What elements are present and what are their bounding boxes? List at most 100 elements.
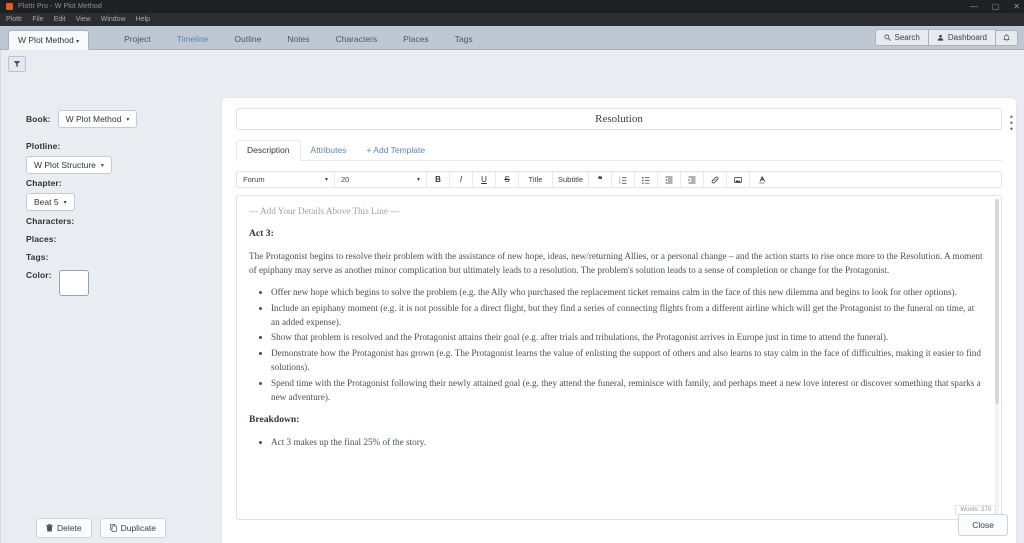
italic-button[interactable]: I bbox=[450, 172, 473, 187]
delete-button[interactable]: Delete bbox=[36, 518, 92, 538]
nav-item-outline[interactable]: Outline bbox=[221, 34, 274, 44]
font-size-select[interactable]: 20 ▾ bbox=[335, 172, 427, 187]
places-field-row[interactable]: Places: bbox=[26, 234, 216, 244]
indent-icon bbox=[688, 176, 696, 184]
filter-button[interactable] bbox=[8, 56, 26, 72]
editor-marker-line: --- Add Your Details Above This Line --- bbox=[249, 205, 985, 219]
window-title: Plottr Pro - W Plot Method bbox=[18, 3, 102, 10]
chapter-select-value: Beat 5 bbox=[34, 197, 59, 207]
minimize-button[interactable]: — bbox=[970, 3, 978, 11]
maximize-button[interactable]: ▢ bbox=[992, 3, 1000, 11]
nav-item-notes[interactable]: Notes bbox=[274, 34, 322, 44]
color-label: Color: bbox=[26, 270, 52, 280]
search-button[interactable]: Search bbox=[875, 29, 929, 46]
book-tab-label: W Plot Method bbox=[18, 35, 74, 45]
list-item: Offer new hope which begins to solve the… bbox=[271, 286, 985, 300]
places-label: Places: bbox=[26, 234, 216, 244]
editor-content[interactable]: --- Add Your Details Above This Line ---… bbox=[237, 196, 1001, 519]
notifications-button[interactable] bbox=[996, 30, 1018, 46]
font-size-value: 20 bbox=[341, 175, 349, 184]
card-title-input[interactable] bbox=[236, 108, 1002, 130]
menu-item-window[interactable]: Window bbox=[101, 16, 126, 23]
menu-item-view[interactable]: View bbox=[76, 16, 91, 23]
font-family-select[interactable]: Forum ▾ bbox=[237, 172, 335, 187]
search-button-label: Search bbox=[895, 33, 920, 42]
nav-item-tags[interactable]: Tags bbox=[442, 34, 486, 44]
menu-bar: Plottr File Edit View Window Help bbox=[0, 13, 1024, 26]
dashboard-button[interactable]: Dashboard bbox=[929, 29, 996, 46]
tags-field-row[interactable]: Tags: bbox=[26, 252, 216, 262]
close-window-button[interactable]: ✕ bbox=[1013, 3, 1020, 11]
blockquote-button[interactable]: ❝ bbox=[589, 172, 612, 187]
chapter-select[interactable]: Beat 5 ▾ bbox=[26, 193, 75, 211]
chevron-down-icon: ▾ bbox=[76, 39, 79, 45]
editor-scrollbar-thumb[interactable] bbox=[995, 199, 999, 404]
unordered-list-button[interactable] bbox=[635, 172, 658, 187]
dashboard-button-label: Dashboard bbox=[948, 33, 987, 42]
characters-field-row[interactable]: Characters: bbox=[26, 216, 216, 226]
svg-text:3: 3 bbox=[619, 182, 621, 184]
editor-breakdown-heading: Breakdown: bbox=[249, 413, 985, 428]
underline-button[interactable]: U bbox=[473, 172, 496, 187]
search-icon bbox=[884, 34, 891, 41]
bell-icon bbox=[1003, 34, 1010, 42]
book-label: Book: bbox=[26, 114, 51, 124]
main-navigation-bar: W Plot Method ▾ Project Timeline Outline… bbox=[0, 26, 1024, 50]
outdent-button[interactable] bbox=[658, 172, 681, 187]
subtitle-style-button[interactable]: Subtitle bbox=[553, 172, 589, 187]
menu-item-help[interactable]: Help bbox=[136, 16, 150, 23]
plotline-field-row: Plotline: W Plot Structure ▾ bbox=[26, 141, 216, 174]
close-button[interactable]: Close bbox=[958, 514, 1008, 536]
list-item: Demonstrate how the Protagonist has grow… bbox=[271, 347, 985, 375]
link-icon bbox=[711, 176, 719, 184]
nav-item-timeline[interactable]: Timeline bbox=[164, 34, 222, 44]
nav-actions: Search Dashboard bbox=[875, 29, 1019, 46]
color-swatch[interactable] bbox=[59, 270, 89, 296]
chevron-down-icon: ▾ bbox=[417, 176, 420, 183]
menu-item-file[interactable]: File bbox=[32, 16, 43, 23]
footer-bar: Delete Duplicate Close bbox=[0, 512, 1024, 543]
book-tab[interactable]: W Plot Method ▾ bbox=[8, 30, 89, 50]
book-field-row: Book: W Plot Method ▾ bbox=[26, 110, 216, 128]
plotline-select[interactable]: W Plot Structure ▾ bbox=[26, 156, 112, 174]
description-editor[interactable]: --- Add Your Details Above This Line ---… bbox=[236, 195, 1002, 520]
editor-scrollbar[interactable] bbox=[995, 199, 999, 516]
blockquote-glyph: ❝ bbox=[598, 175, 602, 184]
title-style-button[interactable]: Title bbox=[519, 172, 553, 187]
card-details-sidebar: Book: W Plot Method ▾ Plotline: W Plot S… bbox=[26, 110, 216, 300]
editor-bullet-list: Offer new hope which begins to solve the… bbox=[249, 286, 985, 406]
nav-item-characters[interactable]: Characters bbox=[323, 34, 391, 44]
list-item: Include an epiphany moment (e.g. it is n… bbox=[271, 302, 985, 330]
text-color-button[interactable] bbox=[750, 172, 773, 187]
indent-button[interactable] bbox=[681, 172, 704, 187]
duplicate-button-label: Duplicate bbox=[121, 523, 156, 533]
nav-item-project[interactable]: Project bbox=[111, 34, 163, 44]
vertical-dots-icon[interactable]: ••• bbox=[1010, 114, 1013, 132]
card-editor-panel: ••• Description Attributes + Add Templat… bbox=[222, 98, 1016, 543]
ordered-list-button[interactable]: 123 bbox=[612, 172, 635, 187]
chapter-label: Chapter: bbox=[26, 178, 216, 188]
menu-item-plottr[interactable]: Plottr bbox=[6, 16, 22, 23]
duplicate-button[interactable]: Duplicate bbox=[100, 518, 166, 538]
image-button[interactable] bbox=[727, 172, 750, 187]
chevron-down-icon: ▾ bbox=[126, 116, 129, 123]
nav-item-places[interactable]: Places bbox=[390, 34, 442, 44]
tab-attributes[interactable]: Attributes bbox=[301, 141, 357, 160]
tab-description[interactable]: Description bbox=[236, 140, 301, 161]
bold-button[interactable]: B bbox=[427, 172, 450, 187]
tags-label: Tags: bbox=[26, 252, 216, 262]
app-logo-icon bbox=[6, 3, 13, 10]
footer-right-actions: Close bbox=[958, 514, 1008, 536]
tab-add-template[interactable]: + Add Template bbox=[356, 141, 435, 160]
book-select-value: W Plot Method bbox=[66, 114, 122, 124]
editor-act-heading: Act 3: bbox=[249, 227, 985, 242]
editor-paragraph: The Protagonist begins to resolve their … bbox=[249, 250, 985, 278]
footer-left-actions: Delete Duplicate bbox=[36, 518, 166, 538]
strikethrough-button[interactable]: S bbox=[496, 172, 519, 187]
plotline-select-value: W Plot Structure bbox=[34, 160, 96, 170]
bold-label: B bbox=[435, 175, 441, 184]
nav-links: Project Timeline Outline Notes Character… bbox=[111, 34, 486, 49]
book-select[interactable]: W Plot Method ▾ bbox=[58, 110, 138, 128]
menu-item-edit[interactable]: Edit bbox=[54, 16, 66, 23]
link-button[interactable] bbox=[704, 172, 727, 187]
